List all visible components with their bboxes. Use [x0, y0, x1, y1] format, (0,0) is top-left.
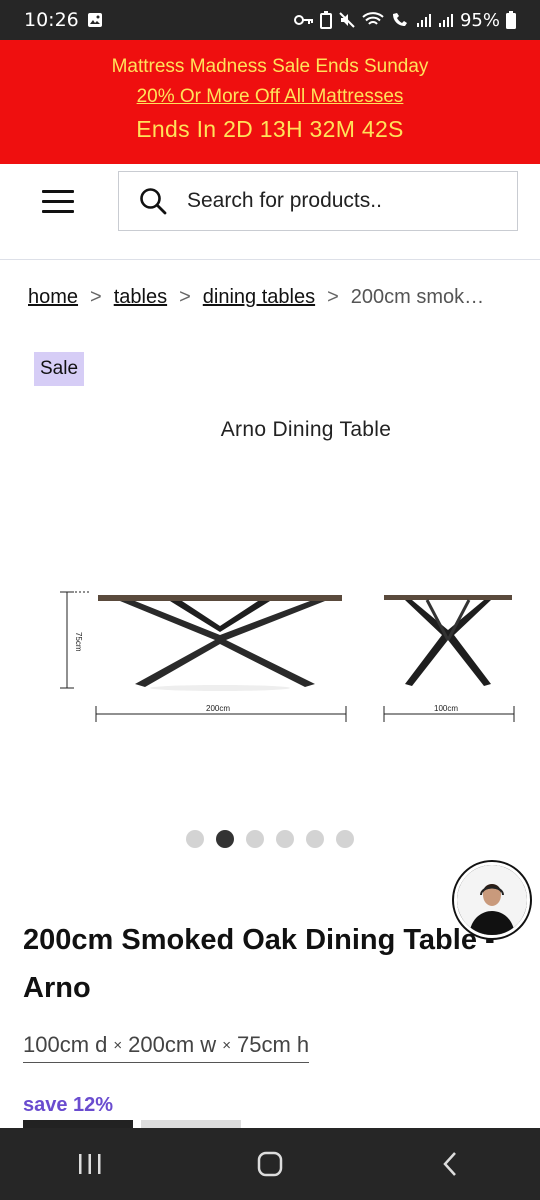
table-front-view — [98, 595, 342, 691]
product-dimensions[interactable]: 100cm d × 200cm w × 75cm h — [23, 1032, 310, 1063]
breadcrumb-home[interactable]: home — [28, 286, 78, 309]
system-nav-bar — [0, 1128, 540, 1200]
menu-button[interactable] — [42, 188, 76, 216]
status-bar: 10:26 95% — [0, 0, 540, 40]
site-header — [0, 164, 540, 260]
promo-link[interactable]: 20% Or More Off All Mattresses — [137, 86, 404, 107]
battery-icon — [506, 11, 516, 29]
battery-saver-icon — [319, 11, 332, 29]
back-icon — [443, 1152, 456, 1176]
promo-countdown: Ends In 2D 13H 32M 42S — [136, 116, 404, 142]
depth-label: 100cm — [434, 704, 458, 713]
search-input[interactable] — [187, 189, 487, 213]
status-time: 10:26 — [24, 9, 103, 31]
breadcrumb-dining-tables[interactable]: dining tables — [203, 286, 315, 309]
product-image[interactable]: 75cm 200cm 100cm — [40, 580, 530, 730]
product-title: 200cm Smoked Oak Dining Table - Arno — [23, 924, 495, 1004]
carousel-dot-3[interactable] — [246, 830, 264, 848]
wifi-call-icon — [392, 13, 407, 26]
height-label: 75cm — [74, 632, 83, 652]
width-label: 200cm — [206, 704, 230, 713]
wifi-icon — [362, 12, 384, 25]
back-button[interactable] — [420, 1134, 480, 1194]
image-icon — [87, 13, 102, 27]
carousel-dot-5[interactable] — [306, 830, 324, 848]
recent-apps-icon — [79, 1154, 101, 1174]
promo-headline: Mattress Madness Sale Ends Sunday — [111, 56, 429, 77]
breadcrumb-current: 200cm smoked oak dining table - arno — [350, 286, 491, 308]
carousel-dot-4[interactable] — [276, 830, 294, 848]
carousel-dot-2[interactable] — [216, 830, 234, 848]
product-image-title: Arno Dining Table — [220, 418, 392, 441]
signal-icon — [416, 14, 431, 27]
status-icons: 95% — [293, 9, 516, 31]
sale-badge: Sale — [34, 352, 85, 386]
recent-apps-button[interactable] — [60, 1134, 120, 1194]
search-bar[interactable] — [118, 171, 518, 231]
carousel-dot-6[interactable] — [336, 830, 354, 848]
carousel-dot-1[interactable] — [186, 830, 204, 848]
search-icon[interactable] — [139, 187, 167, 215]
promo-banner: Mattress Madness Sale Ends Sunday 20% Or… — [0, 40, 540, 164]
carousel-dots — [186, 830, 354, 848]
signal-icon-2 — [438, 14, 453, 27]
mute-icon — [339, 12, 355, 28]
home-button[interactable] — [240, 1134, 300, 1194]
table-side-view — [384, 595, 512, 686]
breadcrumb-tables[interactable]: tables — [114, 286, 167, 309]
breadcrumb: home > tables > dining tables > 200cm sm… — [28, 286, 528, 309]
save-percent: save 12% — [23, 1094, 114, 1116]
home-icon — [257, 1151, 283, 1177]
key-icon — [293, 15, 313, 25]
battery-percent: 95% — [459, 9, 500, 31]
